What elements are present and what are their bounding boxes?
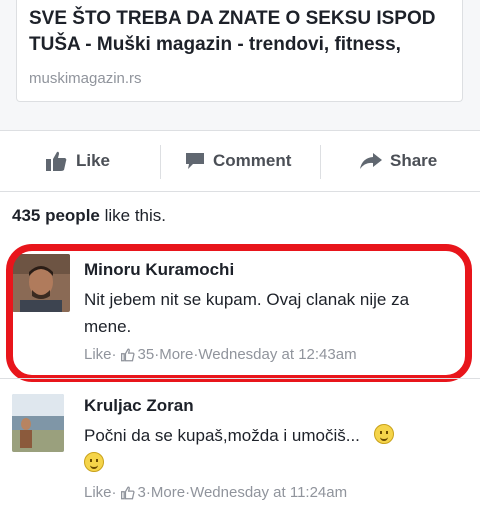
action-divider [320,145,321,179]
comments-list: Minoru Kuramochi Nit jebem nit se kupam.… [0,238,480,512]
share-arrow-icon [360,153,382,169]
comment-button[interactable]: Comment [185,131,291,191]
likes-text[interactable]: 435 people like this. [12,206,166,226]
likes-count: 435 people [12,206,100,225]
share-label: Share [390,151,438,170]
post-actions-bar: Like Comment Share [0,130,480,192]
like-label: Like [76,151,111,170]
share-button[interactable]: Share [360,131,437,191]
thumbs-up-icon [46,151,67,171]
avatar[interactable] [12,394,64,452]
separator-dot: · [111,484,117,501]
link-preview-card[interactable]: SVE ŠTO TREBA DA ZNATE O SEKSU ISPOD TUŠ… [16,0,463,102]
comment-text-content: Počni da se kupaš,možda i umočiš... [84,426,360,445]
comment-meta: Like · 3 · More · Wednesday at 11:24am [84,484,347,501]
comment-timestamp[interactable]: Wednesday at 11:24am [190,484,347,501]
comment-like-count[interactable]: 3 [138,484,146,501]
comment-text: Počni da se kupaš,možda i umočiš... [84,422,464,478]
smiley-emoji-icon [84,452,104,472]
comment-divider [0,378,480,379]
comment-icon [186,153,204,169]
thumbs-up-icon [120,485,135,499]
link-preview-area: SVE ŠTO TREBA DA ZNATE O SEKSU ISPOD TUŠ… [0,0,480,130]
action-divider [160,145,161,179]
comment-more-link[interactable]: More [151,484,185,501]
comment-like-link[interactable]: Like [84,484,112,501]
smiley-emoji-icon [373,424,394,444]
red-highlight-outline [6,244,472,382]
likes-suffix: like this. [99,206,167,225]
link-title[interactable]: SVE ŠTO TREBA DA ZNATE O SEKSU ISPOD TUŠ… [29,6,457,58]
comment-label: Comment [213,151,292,170]
like-button[interactable]: Like [46,131,110,191]
likes-summary: 435 people like this. [0,192,480,238]
link-domain: muskimagazin.rs [29,70,142,87]
comment-author[interactable]: Kruljac Zoran [84,396,194,416]
